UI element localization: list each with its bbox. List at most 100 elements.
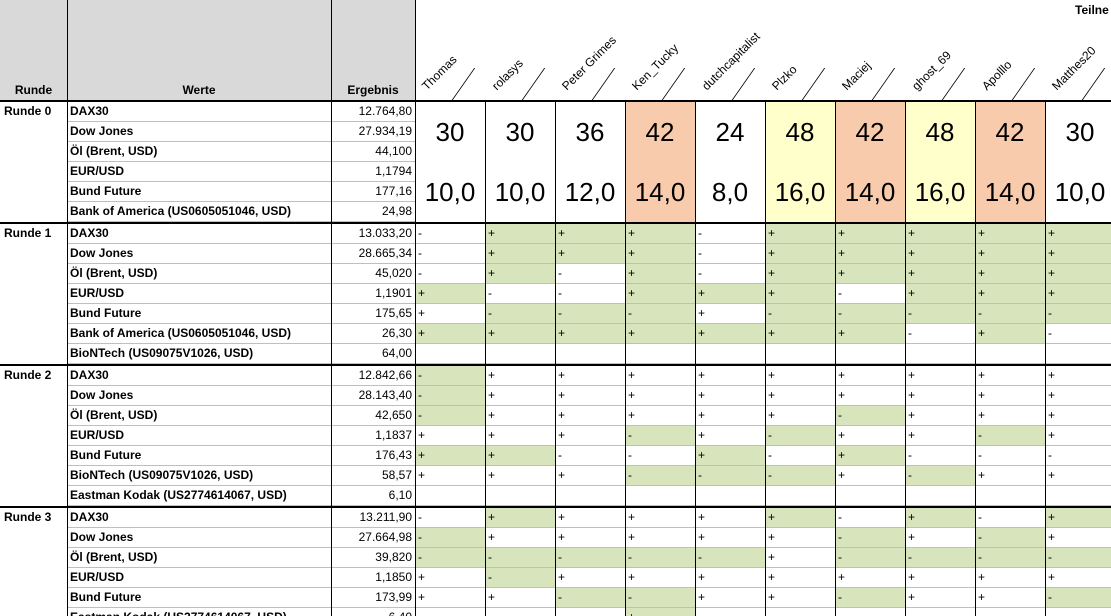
- tip-cell[interactable]: +: [625, 406, 695, 426]
- tip-cell[interactable]: -: [975, 608, 1045, 616]
- tip-cell[interactable]: +: [1045, 244, 1111, 264]
- tip-cell[interactable]: -: [905, 548, 975, 568]
- tip-cell[interactable]: +: [485, 466, 555, 486]
- tip-cell[interactable]: -: [765, 446, 835, 466]
- tip-cell[interactable]: -: [1045, 588, 1111, 608]
- tip-cell[interactable]: +: [625, 386, 695, 406]
- tip-cell[interactable]: +: [695, 528, 765, 548]
- tip-cell[interactable]: +: [415, 466, 485, 486]
- tip-cell[interactable]: -: [555, 264, 625, 284]
- tip-cell[interactable]: +: [415, 304, 485, 324]
- tip-cell[interactable]: +: [1045, 528, 1111, 548]
- tip-cell[interactable]: +: [835, 446, 905, 466]
- tip-cell[interactable]: [695, 486, 765, 506]
- tip-cell[interactable]: +: [905, 366, 975, 386]
- tip-cell[interactable]: -: [625, 446, 695, 466]
- tip-cell[interactable]: +: [765, 568, 835, 588]
- tip-cell[interactable]: -: [765, 608, 835, 616]
- tip-cell[interactable]: -: [905, 466, 975, 486]
- tip-cell[interactable]: +: [625, 264, 695, 284]
- tip-cell[interactable]: +: [905, 568, 975, 588]
- tip-cell[interactable]: -: [695, 548, 765, 568]
- tip-cell[interactable]: -: [765, 466, 835, 486]
- tip-cell[interactable]: +: [695, 304, 765, 324]
- tip-cell[interactable]: +: [975, 264, 1045, 284]
- tip-cell[interactable]: +: [625, 244, 695, 264]
- tip-cell[interactable]: -: [485, 304, 555, 324]
- tip-cell[interactable]: +: [625, 366, 695, 386]
- tip-cell[interactable]: -: [695, 244, 765, 264]
- tip-cell[interactable]: -: [695, 224, 765, 244]
- tip-cell[interactable]: -: [695, 608, 765, 616]
- tip-cell[interactable]: +: [555, 366, 625, 386]
- tip-cell[interactable]: +: [835, 568, 905, 588]
- tip-cell[interactable]: -: [485, 568, 555, 588]
- tip-cell[interactable]: -: [625, 466, 695, 486]
- tip-cell[interactable]: +: [835, 244, 905, 264]
- tip-cell[interactable]: +: [415, 588, 485, 608]
- tip-cell[interactable]: -: [835, 548, 905, 568]
- tip-cell[interactable]: -: [415, 244, 485, 264]
- tip-cell[interactable]: +: [905, 264, 975, 284]
- tip-cell[interactable]: +: [905, 508, 975, 528]
- tip-cell[interactable]: -: [555, 588, 625, 608]
- tip-cell[interactable]: +: [555, 508, 625, 528]
- tip-cell[interactable]: -: [835, 284, 905, 304]
- tip-cell[interactable]: +: [975, 244, 1045, 264]
- tip-cell[interactable]: +: [695, 366, 765, 386]
- tip-cell[interactable]: [975, 486, 1045, 506]
- tip-cell[interactable]: -: [975, 508, 1045, 528]
- tip-cell[interactable]: +: [485, 508, 555, 528]
- tip-cell[interactable]: +: [695, 426, 765, 446]
- tip-cell[interactable]: -: [695, 264, 765, 284]
- tip-cell[interactable]: -: [555, 548, 625, 568]
- tip-cell[interactable]: -: [905, 446, 975, 466]
- tip-cell[interactable]: +: [765, 406, 835, 426]
- tip-cell[interactable]: +: [695, 508, 765, 528]
- tip-cell[interactable]: +: [765, 528, 835, 548]
- tip-cell[interactable]: +: [485, 386, 555, 406]
- tip-cell[interactable]: +: [765, 508, 835, 528]
- tip-cell[interactable]: +: [1045, 366, 1111, 386]
- tip-cell[interactable]: [975, 344, 1045, 364]
- tip-cell[interactable]: +: [905, 588, 975, 608]
- tip-cell[interactable]: +: [835, 426, 905, 446]
- tip-cell[interactable]: +: [765, 244, 835, 264]
- tip-cell[interactable]: +: [975, 386, 1045, 406]
- tip-cell[interactable]: +: [555, 426, 625, 446]
- tip-cell[interactable]: +: [695, 284, 765, 304]
- tip-cell[interactable]: +: [485, 224, 555, 244]
- tip-cell[interactable]: +: [625, 568, 695, 588]
- tip-cell[interactable]: -: [415, 224, 485, 244]
- tip-cell[interactable]: [485, 486, 555, 506]
- tip-cell[interactable]: +: [485, 244, 555, 264]
- tip-cell[interactable]: -: [835, 304, 905, 324]
- tip-cell[interactable]: -: [415, 406, 485, 426]
- tip-cell[interactable]: -: [485, 284, 555, 304]
- tip-cell[interactable]: [555, 486, 625, 506]
- tip-cell[interactable]: +: [625, 224, 695, 244]
- tip-cell[interactable]: +: [625, 608, 695, 616]
- tip-cell[interactable]: +: [1045, 386, 1111, 406]
- tip-cell[interactable]: +: [695, 406, 765, 426]
- tip-cell[interactable]: -: [555, 284, 625, 304]
- tip-cell[interactable]: -: [555, 304, 625, 324]
- tip-cell[interactable]: -: [905, 324, 975, 344]
- tip-cell[interactable]: +: [1045, 466, 1111, 486]
- tip-cell[interactable]: +: [905, 224, 975, 244]
- tip-cell[interactable]: +: [555, 324, 625, 344]
- tip-cell[interactable]: +: [555, 406, 625, 426]
- tip-cell[interactable]: +: [415, 446, 485, 466]
- tip-cell[interactable]: -: [415, 608, 485, 616]
- tip-cell[interactable]: -: [905, 608, 975, 616]
- tip-cell[interactable]: +: [765, 224, 835, 244]
- tip-cell[interactable]: +: [555, 528, 625, 548]
- tip-cell[interactable]: +: [415, 284, 485, 304]
- tip-cell[interactable]: -: [975, 446, 1045, 466]
- tip-cell[interactable]: -: [415, 528, 485, 548]
- tip-cell[interactable]: -: [1045, 304, 1111, 324]
- tip-cell[interactable]: -: [625, 588, 695, 608]
- tip-cell[interactable]: +: [555, 244, 625, 264]
- tip-cell[interactable]: +: [555, 466, 625, 486]
- tip-cell[interactable]: +: [695, 324, 765, 344]
